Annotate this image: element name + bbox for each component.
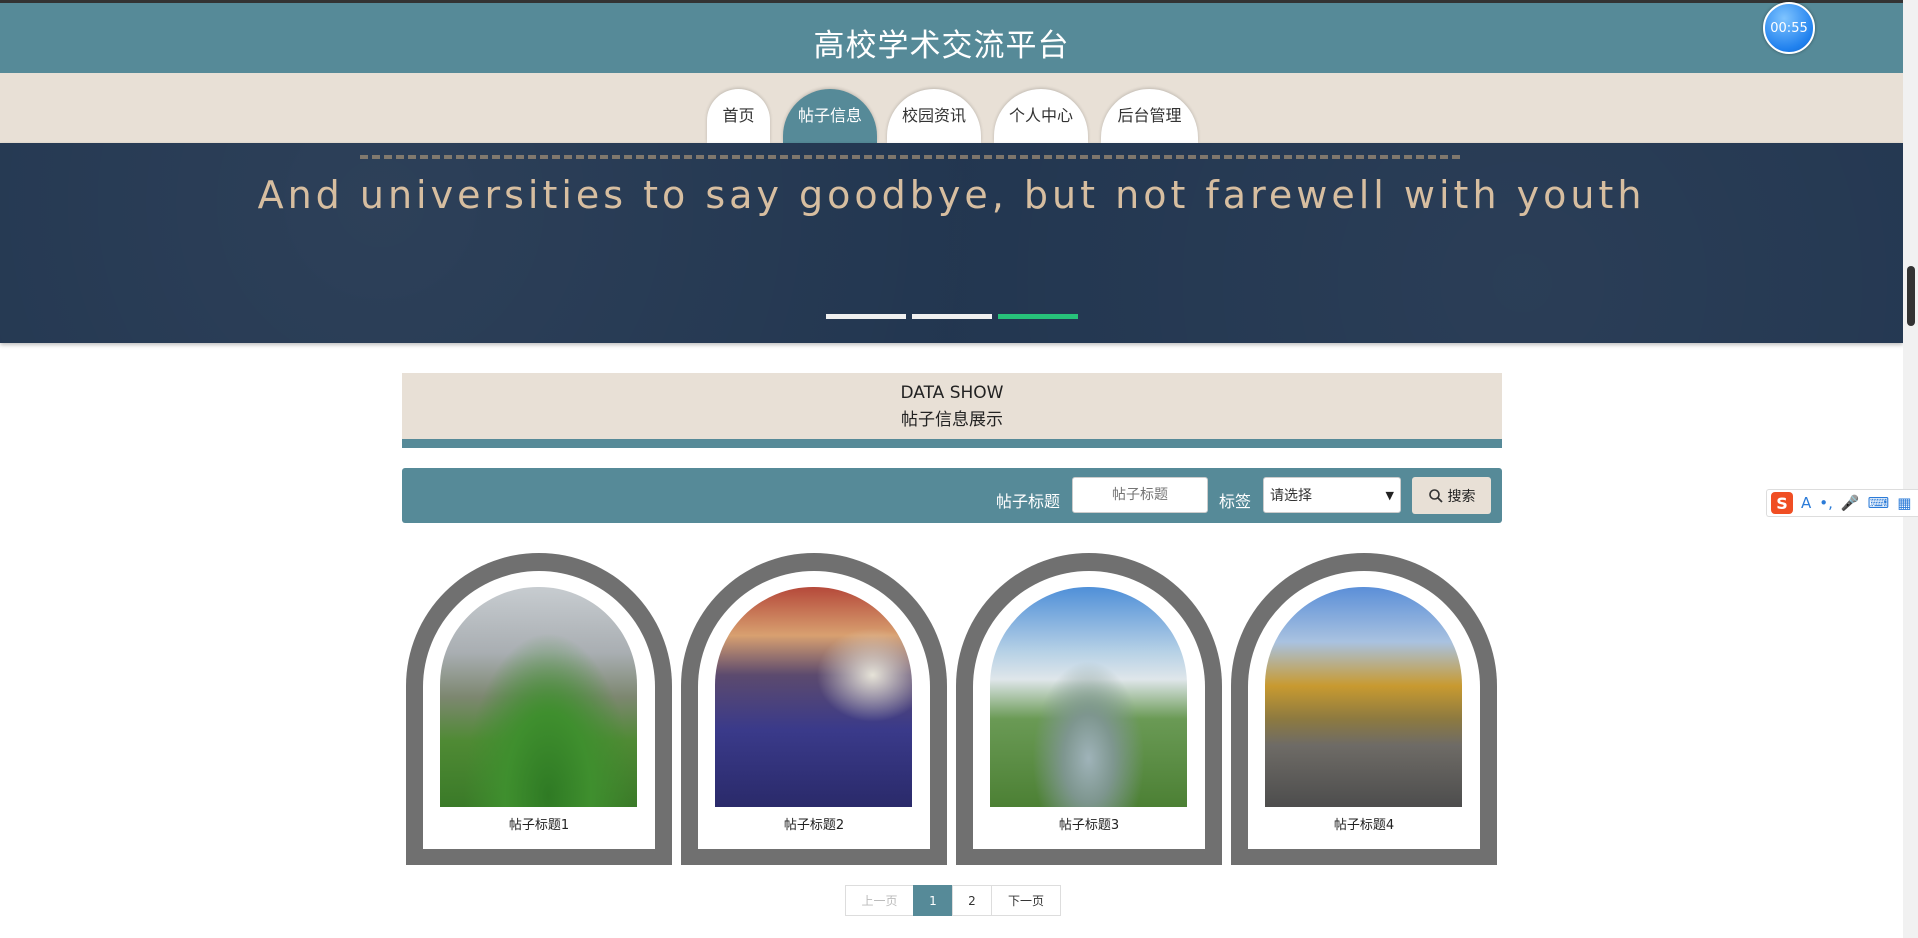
- post-image[interactable]: [1265, 587, 1462, 807]
- grid-icon[interactable]: ▦: [1897, 494, 1911, 512]
- site-title: 高校学术交流平台: [813, 28, 1070, 64]
- next-page-button[interactable]: 下一页: [991, 885, 1061, 916]
- banner-partial-text: [360, 143, 1460, 159]
- chevron-down-icon: ▼: [1385, 488, 1394, 502]
- post-card[interactable]: 帖子标题3: [956, 553, 1222, 865]
- post-title[interactable]: 帖子标题2: [698, 814, 930, 833]
- scrollbar[interactable]: [1903, 0, 1918, 938]
- font-icon[interactable]: A: [1801, 494, 1811, 512]
- scrollbar-thumb[interactable]: [1907, 266, 1915, 326]
- title-search-input[interactable]: [1072, 477, 1208, 513]
- banner-carousel[interactable]: And universities to say goodbye, but not…: [0, 143, 1903, 343]
- post-card[interactable]: 帖子标题1: [406, 553, 672, 865]
- ime-toolbar: S A •, 🎤 ⌨ ▦: [1766, 489, 1918, 517]
- post-title[interactable]: 帖子标题3: [973, 814, 1205, 833]
- post-title[interactable]: 帖子标题1: [423, 814, 655, 833]
- search-button-label: 搜索: [1447, 488, 1476, 505]
- search-bar: 帖子标题 标签 请选择 ▼ 搜索: [402, 468, 1502, 523]
- post-image[interactable]: [715, 587, 912, 807]
- punctuation-icon[interactable]: •,: [1819, 494, 1833, 512]
- banner-text: And universities to say goodbye, but not…: [257, 173, 1646, 217]
- section-title-en: DATA SHOW: [900, 383, 1004, 403]
- carousel-dot-1[interactable]: [826, 314, 906, 319]
- nav-item-home[interactable]: 首页: [707, 89, 770, 143]
- page-button-1[interactable]: 1: [913, 885, 953, 916]
- microphone-icon[interactable]: 🎤: [1841, 494, 1860, 512]
- timer-badge[interactable]: 00:55: [1763, 2, 1815, 54]
- search-button[interactable]: 搜索: [1412, 477, 1491, 514]
- post-card[interactable]: 帖子标题4: [1231, 553, 1497, 865]
- post-image[interactable]: [990, 587, 1187, 807]
- carousel-dot-2[interactable]: [912, 314, 992, 319]
- tag-select-value: 请选择: [1270, 488, 1312, 504]
- keyboard-icon[interactable]: ⌨: [1868, 494, 1890, 512]
- sogou-logo-icon[interactable]: S: [1771, 492, 1793, 514]
- section-title-cn: 帖子信息展示: [901, 410, 1003, 430]
- prev-page-button[interactable]: 上一页: [845, 885, 914, 916]
- page-button-2[interactable]: 2: [952, 885, 992, 916]
- post-card[interactable]: 帖子标题2: [681, 553, 947, 865]
- carousel-dot-3[interactable]: [998, 314, 1078, 319]
- search-icon: [1428, 488, 1443, 503]
- tag-select[interactable]: 请选择 ▼: [1263, 477, 1401, 513]
- post-image[interactable]: [440, 587, 637, 807]
- post-title[interactable]: 帖子标题4: [1248, 814, 1480, 833]
- section-header: DATA SHOW 帖子信息展示: [402, 373, 1502, 448]
- top-header: 高校学术交流平台: [0, 0, 1918, 73]
- pagination: 上一页 1 2 下一页: [845, 885, 1061, 916]
- tag-label: 标签: [1219, 492, 1252, 511]
- title-label: 帖子标题: [996, 492, 1061, 511]
